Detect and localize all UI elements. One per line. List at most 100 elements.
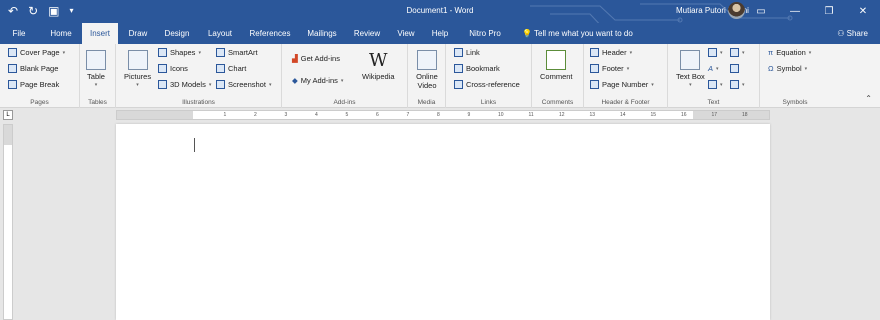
chart-button[interactable]: Chart bbox=[216, 64, 246, 73]
get-addins-button[interactable]: ▟ Get Add-ins bbox=[292, 54, 340, 63]
group-links: Link Bookmark Cross-reference Links bbox=[446, 44, 532, 108]
header-button[interactable]: Header ▾ bbox=[590, 48, 632, 57]
comment-icon bbox=[546, 50, 567, 70]
date-time-icon bbox=[730, 64, 739, 73]
my-addins-icon: ◆ bbox=[292, 76, 298, 85]
symbol-button[interactable]: Ω Symbol ▾ bbox=[768, 64, 807, 73]
online-video-button[interactable]: Online Video bbox=[413, 50, 441, 90]
ruler-tick: 2 bbox=[254, 112, 257, 118]
share-label: Share bbox=[846, 29, 868, 38]
tab-references[interactable]: References bbox=[244, 23, 296, 44]
object-button[interactable]: ▾ bbox=[730, 80, 745, 89]
bookmark-label: Bookmark bbox=[466, 64, 500, 73]
blank-page-button[interactable]: Blank Page bbox=[8, 64, 58, 73]
group-label-media: Media bbox=[417, 99, 436, 106]
drop-cap-icon bbox=[708, 80, 717, 89]
tab-design[interactable]: Design bbox=[158, 23, 196, 44]
chevron-down-icon: ▾ bbox=[62, 49, 66, 56]
ruler-tick: 4 bbox=[315, 112, 318, 118]
online-video-label: Online Video bbox=[416, 72, 438, 90]
bookmark-icon bbox=[454, 64, 463, 73]
group-label-addins: Add-ins bbox=[333, 99, 356, 106]
quick-parts-icon bbox=[708, 48, 717, 57]
page-break-icon bbox=[8, 80, 17, 89]
chevron-down-icon: ▾ bbox=[629, 49, 633, 56]
wikipedia-icon: W bbox=[369, 50, 388, 71]
tab-layout[interactable]: Layout bbox=[200, 23, 240, 44]
pictures-button[interactable]: Pictures ▾ bbox=[124, 50, 151, 90]
page-break-button[interactable]: Page Break bbox=[8, 80, 59, 89]
window-controls: ▭ — ❐ ✕ bbox=[744, 0, 880, 23]
drop-cap-button[interactable]: ▾ bbox=[708, 80, 723, 89]
screenshot-button[interactable]: Screenshot ▾ bbox=[216, 80, 271, 89]
my-addins-button[interactable]: ◆ My Add-ins ▾ bbox=[292, 76, 343, 85]
ruler-tick: 16 bbox=[681, 112, 687, 118]
chart-label: Chart bbox=[228, 64, 247, 73]
tab-nitro-pro[interactable]: Nitro Pro bbox=[460, 23, 510, 44]
cover-page-button[interactable]: Cover Page ▾ bbox=[8, 48, 65, 57]
chevron-down-icon: ▾ bbox=[716, 65, 719, 72]
date-time-button[interactable] bbox=[730, 64, 739, 73]
cross-reference-button[interactable]: Cross-reference bbox=[454, 80, 520, 89]
minimize-icon[interactable]: — bbox=[778, 0, 812, 23]
store-icon: ▟ bbox=[292, 54, 298, 63]
ruler-tick: 8 bbox=[437, 112, 440, 118]
share-button[interactable]: ⚇ Share bbox=[837, 23, 868, 44]
equation-button[interactable]: π Equation ▾ bbox=[768, 48, 811, 57]
group-illustrations: Pictures ▾ Shapes ▾ Icons 3D Models ▾ Smart… bbox=[116, 44, 282, 108]
page-number-label: Page Number bbox=[602, 80, 649, 89]
link-button[interactable]: Link bbox=[454, 48, 480, 57]
document-page[interactable] bbox=[116, 124, 770, 320]
bookmark-button[interactable]: Bookmark bbox=[454, 64, 500, 73]
left-margin-area bbox=[117, 111, 193, 119]
tab-help[interactable]: Help bbox=[424, 23, 456, 44]
tab-file[interactable]: File bbox=[4, 23, 34, 44]
footer-button[interactable]: Footer ▾ bbox=[590, 64, 629, 73]
comment-button[interactable]: Comment bbox=[540, 50, 573, 81]
vertical-ruler[interactable] bbox=[3, 124, 13, 320]
ruler-tick: 5 bbox=[345, 112, 349, 118]
table-button[interactable]: Table ▾ bbox=[86, 50, 106, 90]
screenshot-icon bbox=[216, 80, 225, 89]
ribbon-display-icon[interactable]: ▭ bbox=[744, 0, 778, 23]
icons-button[interactable]: Icons bbox=[158, 64, 188, 73]
group-label-tables: Tables bbox=[88, 99, 107, 106]
restore-icon[interactable]: ❐ bbox=[812, 0, 846, 23]
shapes-label: Shapes bbox=[170, 48, 196, 57]
cover-page-icon bbox=[8, 48, 17, 57]
chevron-down-icon: ▾ bbox=[94, 82, 98, 88]
tab-home[interactable]: Home bbox=[42, 23, 80, 44]
ruler-tick: 9 bbox=[467, 112, 471, 118]
video-icon bbox=[417, 50, 437, 70]
wordart-button[interactable]: A ▾ bbox=[708, 64, 719, 73]
wikipedia-button[interactable]: W Wikipedia bbox=[362, 50, 395, 81]
tell-me-search[interactable]: 💡 Tell me what you want to do bbox=[522, 23, 633, 44]
collapse-ribbon-icon[interactable]: ⌃ bbox=[865, 94, 872, 103]
tab-review[interactable]: Review bbox=[348, 23, 386, 44]
signature-line-button[interactable]: ▾ bbox=[730, 48, 745, 57]
header-icon bbox=[590, 48, 599, 57]
text-box-button[interactable]: Text Box ▾ bbox=[676, 50, 705, 90]
omega-icon: Ω bbox=[768, 64, 774, 73]
3d-models-button[interactable]: 3D Models ▾ bbox=[158, 80, 211, 89]
cross-reference-label: Cross-reference bbox=[466, 80, 520, 89]
pictures-icon bbox=[127, 50, 148, 70]
quick-parts-button[interactable]: ▾ bbox=[708, 48, 723, 57]
comment-label: Comment bbox=[540, 72, 573, 81]
avatar[interactable] bbox=[728, 2, 745, 19]
tab-insert[interactable]: Insert bbox=[82, 23, 118, 44]
smartart-button[interactable]: SmartArt bbox=[216, 48, 258, 57]
wikipedia-label: Wikipedia bbox=[362, 72, 395, 81]
tab-mailings[interactable]: Mailings bbox=[300, 23, 344, 44]
page-number-button[interactable]: Page Number ▾ bbox=[590, 80, 654, 89]
object-icon bbox=[730, 80, 739, 89]
horizontal-ruler[interactable]: 1 2 3 4 5 6 7 8 9 10 11 12 13 14 15 16 17 18 bbox=[116, 110, 770, 120]
link-icon bbox=[454, 48, 463, 57]
close-icon[interactable]: ✕ bbox=[846, 0, 880, 23]
footer-icon bbox=[590, 64, 599, 73]
shapes-button[interactable]: Shapes ▾ bbox=[158, 48, 201, 57]
tab-selector[interactable]: L bbox=[3, 110, 13, 120]
tab-draw[interactable]: Draw bbox=[122, 23, 154, 44]
tell-me-text: Tell me what you want to do bbox=[534, 29, 633, 38]
tab-view[interactable]: View bbox=[390, 23, 422, 44]
